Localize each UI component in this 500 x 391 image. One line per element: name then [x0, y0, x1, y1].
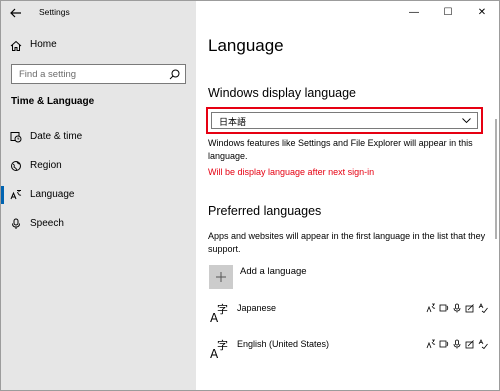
language-icon: [10, 190, 22, 200]
settings-window: Settings Home Find a setting Time & Lang…: [0, 0, 500, 391]
nav-home-label: Home: [30, 39, 57, 50]
preferred-languages-description: Apps and websites will appear in the fir…: [208, 231, 486, 254]
nav-item-label: Language: [30, 189, 75, 200]
spell-check-icon: [478, 339, 488, 349]
display-language-description: Windows features like Settings and File …: [208, 138, 473, 161]
display-language-feature-icon: [426, 339, 436, 349]
chevron-down-icon: [462, 118, 471, 124]
speech-recognition-icon: [453, 339, 461, 349]
highlight-box: 日本語: [206, 107, 483, 134]
minimize-button[interactable]: —: [397, 1, 431, 23]
back-arrow-icon: [10, 8, 21, 18]
maximize-icon: ☐: [443, 6, 453, 18]
nav-item-speech[interactable]: Speech: [1, 212, 196, 236]
dropdown-value: 日本語: [219, 117, 247, 127]
nav-item-date-time[interactable]: Date & time: [1, 125, 196, 149]
clock-icon: [10, 132, 22, 143]
add-language-label[interactable]: Add a language: [240, 266, 307, 277]
app-title: Settings: [39, 7, 70, 17]
title-bar: Settings: [1, 1, 196, 25]
main-content: — ☐ ✕ Language Windows display language …: [196, 1, 499, 390]
language-name: English (United States): [237, 339, 330, 349]
language-features: [426, 303, 488, 313]
text-to-speech-icon: [439, 304, 449, 312]
scrollbar[interactable]: [495, 119, 497, 239]
language-features: [426, 339, 488, 349]
maximize-button[interactable]: ☐: [431, 1, 465, 23]
nav-item-label: Date & time: [30, 131, 83, 142]
globe-icon: [11, 161, 21, 171]
handwriting-icon: [465, 340, 474, 349]
add-language-button[interactable]: [209, 265, 233, 289]
sign-in-warning: Will be display language after next sign…: [208, 167, 375, 177]
nav-home[interactable]: Home: [1, 35, 196, 57]
spell-check-icon: [478, 303, 488, 313]
nav-item-label: Region: [30, 160, 62, 171]
speech-recognition-icon: [453, 303, 461, 313]
home-icon: [10, 40, 22, 51]
display-language-heading: Windows display language: [208, 86, 357, 100]
microphone-icon: [12, 218, 20, 229]
search-input[interactable]: Find a setting: [11, 64, 186, 84]
nav-item-label: Speech: [30, 218, 64, 229]
minimize-icon: —: [409, 6, 419, 18]
nav-item-region[interactable]: Region: [1, 154, 196, 178]
handwriting-icon: [465, 304, 474, 313]
close-button[interactable]: ✕: [465, 1, 499, 23]
close-icon: ✕: [477, 6, 487, 18]
section-title: Time & Language: [11, 96, 95, 107]
language-item-english[interactable]: A字 English (United States): [208, 337, 488, 363]
page-title: Language: [208, 36, 284, 55]
language-item-japanese[interactable]: A字 Japanese: [208, 301, 488, 327]
search-icon[interactable]: [169, 69, 180, 80]
display-language-dropdown[interactable]: 日本語: [211, 112, 478, 129]
back-button[interactable]: [5, 3, 27, 23]
plus-icon: [216, 272, 226, 282]
text-to-speech-icon: [439, 340, 449, 348]
sidebar: Settings Home Find a setting Time & Lang…: [1, 1, 196, 390]
nav-item-language[interactable]: Language: [1, 183, 196, 207]
language-name: Japanese: [237, 303, 277, 313]
display-language-feature-icon: [426, 303, 436, 313]
preferred-languages-heading: Preferred languages: [208, 204, 322, 218]
search-placeholder: Find a setting: [19, 69, 77, 80]
window-controls: — ☐ ✕: [397, 1, 499, 23]
